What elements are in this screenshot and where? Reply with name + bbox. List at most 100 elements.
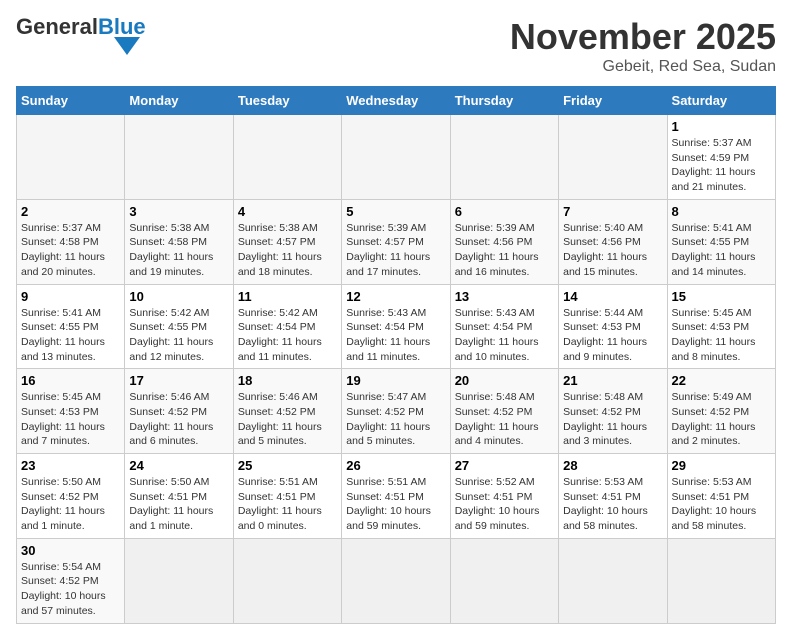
- calendar-cell: 29 Sunrise: 5:53 AM Sunset: 4:51 PM Dayli…: [667, 454, 775, 539]
- day-number: 3: [129, 204, 228, 219]
- day-info: Sunrise: 5:50 AM Sunset: 4:51 PM Dayligh…: [129, 475, 228, 534]
- calendar-cell: 7Sunrise: 5:40 AM Sunset: 4:56 PM Daylig…: [559, 199, 667, 284]
- day-info: Sunrise: 5:46 AM Sunset: 4:52 PM Dayligh…: [238, 390, 337, 449]
- logo: General Blue: [16, 16, 146, 55]
- day-number: 17: [129, 373, 228, 388]
- day-number: 18: [238, 373, 337, 388]
- day-info: Sunrise: 5:46 AM Sunset: 4:52 PM Dayligh…: [129, 390, 228, 449]
- day-number: 25: [238, 458, 337, 473]
- day-info: Sunrise: 5:53 AM Sunset: 4:51 PM Dayligh…: [563, 475, 662, 534]
- logo-triangle-icon: [114, 37, 140, 55]
- page-header: General Blue November 2025 Gebeit, Red S…: [16, 16, 776, 76]
- day-number: 6: [455, 204, 554, 219]
- header-tuesday: Tuesday: [233, 87, 341, 115]
- calendar-cell: 21 Sunrise: 5:48 AM Sunset: 4:52 PM Dayli…: [559, 369, 667, 454]
- day-number: 4: [238, 204, 337, 219]
- day-info: Sunrise: 5:51 AM Sunset: 4:51 PM Dayligh…: [346, 475, 445, 534]
- calendar-cell: 6Sunrise: 5:39 AM Sunset: 4:56 PM Daylig…: [450, 199, 558, 284]
- day-number: 29: [672, 458, 771, 473]
- calendar-cell: 1Sunrise: 5:37 AM Sunset: 4:59 PM Daylig…: [667, 115, 775, 200]
- calendar-cell: 16 Sunrise: 5:45 AM Sunset: 4:53 PM Dayli…: [17, 369, 125, 454]
- day-number: 24: [129, 458, 228, 473]
- day-info: Sunrise: 5:50 AM Sunset: 4:52 PM Dayligh…: [21, 475, 120, 534]
- calendar-cell: [450, 538, 558, 623]
- day-number: 1: [672, 119, 771, 134]
- calendar-cell: 8 Sunrise: 5:41 AM Sunset: 4:55 PM Daylig…: [667, 199, 775, 284]
- day-info: Sunrise: 5:42 AM Sunset: 4:54 PM Dayligh…: [238, 306, 337, 365]
- day-number: 21: [563, 373, 662, 388]
- calendar-cell: [342, 115, 450, 200]
- day-number: 16: [21, 373, 120, 388]
- calendar-cell: 28 Sunrise: 5:53 AM Sunset: 4:51 PM Dayli…: [559, 454, 667, 539]
- day-info: Sunrise: 5:51 AM Sunset: 4:51 PM Dayligh…: [238, 475, 337, 534]
- calendar-cell: [233, 538, 341, 623]
- day-number: 9: [21, 289, 120, 304]
- day-info: Sunrise: 5:37 AM Sunset: 4:58 PM Dayligh…: [21, 221, 120, 280]
- calendar-cell: 14Sunrise: 5:44 AM Sunset: 4:53 PM Dayli…: [559, 284, 667, 369]
- calendar-cell: [667, 538, 775, 623]
- day-number: 10: [129, 289, 228, 304]
- calendar-cell: 2 Sunrise: 5:37 AM Sunset: 4:58 PM Daylig…: [17, 199, 125, 284]
- day-info: Sunrise: 5:38 AM Sunset: 4:57 PM Dayligh…: [238, 221, 337, 280]
- calendar-cell: 19Sunrise: 5:47 AM Sunset: 4:52 PM Dayli…: [342, 369, 450, 454]
- day-info: Sunrise: 5:54 AM Sunset: 4:52 PM Dayligh…: [21, 560, 120, 619]
- day-info: Sunrise: 5:48 AM Sunset: 4:52 PM Dayligh…: [563, 390, 662, 449]
- day-number: 27: [455, 458, 554, 473]
- day-number: 30: [21, 543, 120, 558]
- header-wednesday: Wednesday: [342, 87, 450, 115]
- calendar-cell: 23Sunrise: 5:50 AM Sunset: 4:52 PM Dayli…: [17, 454, 125, 539]
- calendar-week-4: 16 Sunrise: 5:45 AM Sunset: 4:53 PM Dayli…: [17, 369, 776, 454]
- calendar-cell: 11 Sunrise: 5:42 AM Sunset: 4:54 PM Dayli…: [233, 284, 341, 369]
- day-number: 8: [672, 204, 771, 219]
- calendar-cell: 30 Sunrise: 5:54 AM Sunset: 4:52 PM Dayli…: [17, 538, 125, 623]
- calendar-cell: 25 Sunrise: 5:51 AM Sunset: 4:51 PM Dayli…: [233, 454, 341, 539]
- day-info: Sunrise: 5:53 AM Sunset: 4:51 PM Dayligh…: [672, 475, 771, 534]
- calendar-week-6: 30 Sunrise: 5:54 AM Sunset: 4:52 PM Dayli…: [17, 538, 776, 623]
- day-info: Sunrise: 5:45 AM Sunset: 4:53 PM Dayligh…: [21, 390, 120, 449]
- calendar-cell: 15Sunrise: 5:45 AM Sunset: 4:53 PM Dayli…: [667, 284, 775, 369]
- calendar-cell: 13Sunrise: 5:43 AM Sunset: 4:54 PM Dayli…: [450, 284, 558, 369]
- day-info: Sunrise: 5:42 AM Sunset: 4:55 PM Dayligh…: [129, 306, 228, 365]
- calendar-cell: 26 Sunrise: 5:51 AM Sunset: 4:51 PM Dayli…: [342, 454, 450, 539]
- day-info: Sunrise: 5:38 AM Sunset: 4:58 PM Dayligh…: [129, 221, 228, 280]
- day-info: Sunrise: 5:41 AM Sunset: 4:55 PM Dayligh…: [672, 221, 771, 280]
- day-info: Sunrise: 5:40 AM Sunset: 4:56 PM Dayligh…: [563, 221, 662, 280]
- day-number: 28: [563, 458, 662, 473]
- day-info: Sunrise: 5:41 AM Sunset: 4:55 PM Dayligh…: [21, 306, 120, 365]
- calendar-week-2: 2 Sunrise: 5:37 AM Sunset: 4:58 PM Daylig…: [17, 199, 776, 284]
- header-friday: Friday: [559, 87, 667, 115]
- logo-blue: Blue: [98, 16, 146, 38]
- day-info: Sunrise: 5:48 AM Sunset: 4:52 PM Dayligh…: [455, 390, 554, 449]
- calendar-week-1: 1Sunrise: 5:37 AM Sunset: 4:59 PM Daylig…: [17, 115, 776, 200]
- day-number: 12: [346, 289, 445, 304]
- day-info: Sunrise: 5:43 AM Sunset: 4:54 PM Dayligh…: [455, 306, 554, 365]
- calendar-cell: 4 Sunrise: 5:38 AM Sunset: 4:57 PM Daylig…: [233, 199, 341, 284]
- calendar-cell: 5 Sunrise: 5:39 AM Sunset: 4:57 PM Daylig…: [342, 199, 450, 284]
- location-subtitle: Gebeit, Red Sea, Sudan: [510, 58, 776, 76]
- day-number: 26: [346, 458, 445, 473]
- calendar-cell: 22Sunrise: 5:49 AM Sunset: 4:52 PM Dayli…: [667, 369, 775, 454]
- day-number: 5: [346, 204, 445, 219]
- day-number: 19: [346, 373, 445, 388]
- calendar-cell: [559, 115, 667, 200]
- calendar-cell: 27 Sunrise: 5:52 AM Sunset: 4:51 PM Dayli…: [450, 454, 558, 539]
- header-thursday: Thursday: [450, 87, 558, 115]
- calendar-table: Sunday Monday Tuesday Wednesday Thursday…: [16, 86, 776, 624]
- calendar-cell: [125, 115, 233, 200]
- day-info: Sunrise: 5:44 AM Sunset: 4:53 PM Dayligh…: [563, 306, 662, 365]
- day-info: Sunrise: 5:39 AM Sunset: 4:57 PM Dayligh…: [346, 221, 445, 280]
- calendar-cell: [17, 115, 125, 200]
- day-number: 2: [21, 204, 120, 219]
- day-info: Sunrise: 5:52 AM Sunset: 4:51 PM Dayligh…: [455, 475, 554, 534]
- calendar-week-3: 9 Sunrise: 5:41 AM Sunset: 4:55 PM Daylig…: [17, 284, 776, 369]
- logo-general: General: [16, 16, 98, 38]
- calendar-cell: 17 Sunrise: 5:46 AM Sunset: 4:52 PM Dayli…: [125, 369, 233, 454]
- day-number: 20: [455, 373, 554, 388]
- calendar-cell: 20 Sunrise: 5:48 AM Sunset: 4:52 PM Dayli…: [450, 369, 558, 454]
- calendar-cell: 18 Sunrise: 5:46 AM Sunset: 4:52 PM Dayli…: [233, 369, 341, 454]
- day-info: Sunrise: 5:45 AM Sunset: 4:53 PM Dayligh…: [672, 306, 771, 365]
- day-number: 11: [238, 289, 337, 304]
- calendar-cell: [559, 538, 667, 623]
- calendar-header-row: Sunday Monday Tuesday Wednesday Thursday…: [17, 87, 776, 115]
- calendar-cell: 24 Sunrise: 5:50 AM Sunset: 4:51 PM Dayli…: [125, 454, 233, 539]
